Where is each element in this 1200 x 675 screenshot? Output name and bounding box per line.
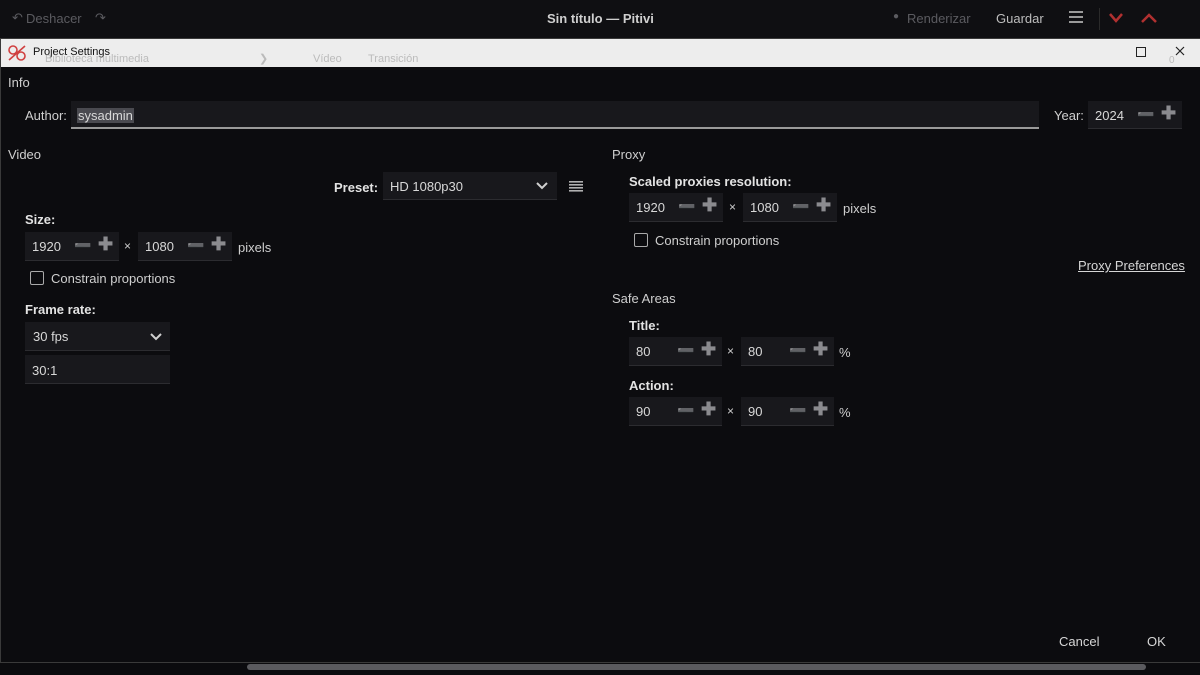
close-icon[interactable]: [1175, 46, 1185, 56]
video-section-heading: Video: [8, 147, 42, 162]
action-width-decrement-icon[interactable]: ➖: [677, 402, 694, 419]
behind-arrow-icon: ❯: [259, 53, 269, 65]
size-height-decrement-icon[interactable]: ➖: [187, 237, 204, 254]
scaled-proxies-label: Scaled proxies resolution:: [629, 174, 792, 189]
ok-button[interactable]: OK: [1147, 634, 1166, 649]
size-times: ×: [124, 239, 132, 253]
action-height-spinbutton[interactable]: 90 ➖ ✚: [741, 397, 834, 426]
render-icon[interactable]: ●: [893, 11, 899, 22]
action-width-spinbutton[interactable]: 90 ➖ ✚: [629, 397, 722, 426]
redo-icon[interactable]: ↷: [95, 10, 106, 26]
chevron-down-icon: [150, 333, 162, 341]
framerate-label: Frame rate:: [25, 302, 96, 317]
proxy-width-decrement-icon[interactable]: ➖: [678, 198, 695, 215]
pitivi-logo-icon: [8, 45, 26, 61]
preset-menu-icon[interactable]: [569, 181, 583, 192]
size-width-increment-icon[interactable]: ✚: [98, 234, 113, 255]
preset-label: Preset:: [334, 180, 379, 195]
video-constrain-checkbox[interactable]: [30, 271, 44, 285]
title-height-increment-icon[interactable]: ✚: [813, 339, 828, 360]
proxy-pixels-unit: pixels: [843, 201, 877, 216]
render-button[interactable]: Renderizar: [907, 11, 971, 26]
proxy-height-increment-icon[interactable]: ✚: [816, 195, 831, 216]
proxy-width-value: 1920: [636, 200, 665, 215]
behind-counter: 0: [1169, 55, 1175, 66]
window-title: Sin título — Pitivi: [547, 11, 654, 26]
framerate-ratio-value: 30:1: [32, 363, 58, 378]
safe-areas-heading: Safe Areas: [612, 291, 676, 306]
cancel-button[interactable]: Cancel: [1059, 634, 1099, 649]
action-times: ×: [727, 404, 735, 418]
title-height-value: 80: [748, 344, 763, 359]
app-header-bar: ↶ Deshacer ↷ Sin título — Pitivi ● Rende…: [0, 0, 1200, 39]
action-width-value: 90: [636, 404, 651, 419]
safe-title-label: Title:: [629, 318, 660, 333]
title-width-decrement-icon[interactable]: ➖: [677, 342, 694, 359]
proxy-width-increment-icon[interactable]: ✚: [702, 195, 717, 216]
chevron-down-icon: [536, 182, 548, 190]
action-percent-unit: %: [839, 405, 851, 420]
info-section-heading: Info: [8, 75, 30, 90]
save-button[interactable]: Guardar: [996, 11, 1044, 26]
year-decrement-icon[interactable]: ➖: [1137, 106, 1154, 123]
proxy-section-heading: Proxy: [612, 147, 646, 162]
separator: [1099, 8, 1100, 30]
undo-icon[interactable]: ↶: [12, 10, 23, 26]
title-width-value: 80: [636, 344, 651, 359]
size-width-spinbutton[interactable]: 1920 ➖ ✚: [25, 232, 119, 261]
framerate-dropdown[interactable]: 30 fps: [25, 322, 170, 351]
minimize-icon[interactable]: [1109, 12, 1123, 24]
preset-dropdown[interactable]: HD 1080p30: [383, 172, 557, 200]
size-width-value: 1920: [32, 239, 61, 254]
undo-button[interactable]: Deshacer: [26, 11, 82, 26]
title-height-spinbutton[interactable]: 80 ➖ ✚: [741, 337, 834, 366]
size-height-value: 1080: [145, 239, 174, 254]
framerate-ratio-input[interactable]: 30:1: [25, 355, 170, 384]
proxy-height-value: 1080: [750, 200, 779, 215]
behind-tab-transition: Transición: [368, 53, 419, 65]
title-percent-unit: %: [839, 345, 851, 360]
framerate-value: 30 fps: [33, 329, 69, 344]
year-value: 2024: [1095, 108, 1124, 123]
author-input[interactable]: sysadmin: [71, 101, 1039, 129]
year-label: Year:: [1054, 108, 1084, 123]
proxy-height-decrement-icon[interactable]: ➖: [792, 198, 809, 215]
size-pixels-unit: pixels: [238, 240, 272, 255]
year-spinbutton[interactable]: 2024 ➖ ✚: [1088, 101, 1182, 129]
hamburger-menu-icon[interactable]: [1069, 11, 1083, 23]
horizontal-scrollbar[interactable]: [247, 664, 1146, 670]
action-height-value: 90: [748, 404, 763, 419]
title-times: ×: [727, 344, 735, 358]
author-value: sysadmin: [77, 108, 134, 123]
title-width-spinbutton[interactable]: 80 ➖ ✚: [629, 337, 722, 366]
size-height-spinbutton[interactable]: 1080 ➖ ✚: [138, 232, 232, 261]
safe-action-label: Action:: [629, 378, 674, 393]
size-height-increment-icon[interactable]: ✚: [211, 234, 226, 255]
title-height-decrement-icon[interactable]: ➖: [789, 342, 806, 359]
action-height-increment-icon[interactable]: ✚: [813, 399, 828, 420]
author-label: Author:: [25, 108, 67, 123]
dialog-titlebar: Project Settings Biblioteca multimedia ❯…: [1, 39, 1200, 67]
behind-tab-video: Vídeo: [313, 53, 342, 65]
project-settings-dialog: Project Settings Biblioteca multimedia ❯…: [0, 38, 1200, 663]
proxy-width-spinbutton[interactable]: 1920 ➖ ✚: [629, 193, 723, 222]
preset-value: HD 1080p30: [390, 179, 463, 194]
title-width-increment-icon[interactable]: ✚: [701, 339, 716, 360]
maximize-icon[interactable]: [1141, 12, 1157, 24]
proxy-constrain-checkbox[interactable]: [634, 233, 648, 247]
behind-tab-library: Biblioteca multimedia: [45, 53, 149, 65]
proxy-constrain-label[interactable]: Constrain proportions: [655, 233, 779, 248]
size-width-decrement-icon[interactable]: ➖: [74, 237, 91, 254]
maximize-window-icon[interactable]: [1136, 47, 1146, 57]
proxy-preferences-link[interactable]: Proxy Preferences: [1078, 258, 1185, 273]
action-width-increment-icon[interactable]: ✚: [701, 399, 716, 420]
proxy-height-spinbutton[interactable]: 1080 ➖ ✚: [743, 193, 837, 222]
size-label: Size:: [25, 212, 56, 227]
proxy-times: ×: [729, 200, 737, 214]
year-increment-icon[interactable]: ✚: [1161, 103, 1176, 124]
video-constrain-label[interactable]: Constrain proportions: [51, 271, 175, 286]
action-height-decrement-icon[interactable]: ➖: [789, 402, 806, 419]
